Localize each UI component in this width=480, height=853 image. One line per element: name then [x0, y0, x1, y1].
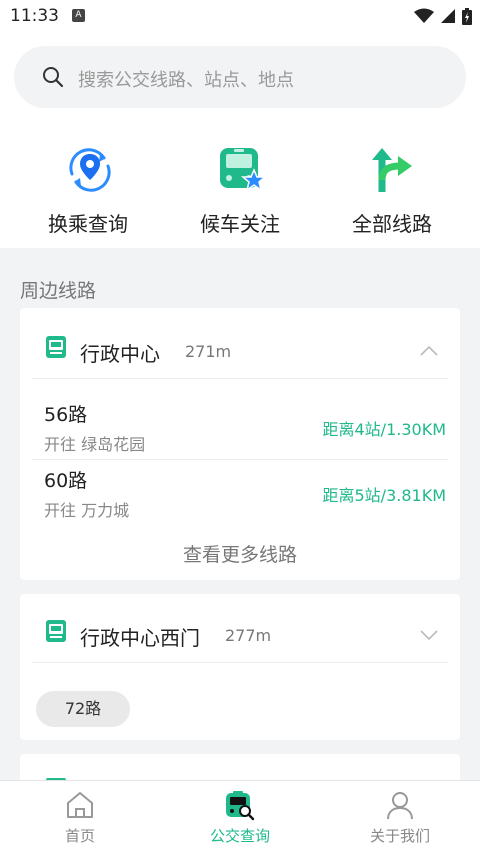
divider [32, 378, 448, 379]
search-placeholder: 搜索公交线路、站点、地点 [78, 70, 294, 91]
battery-icon [462, 7, 472, 25]
view-more-routes-link[interactable]: 查看更多线路 [20, 540, 460, 567]
tab-home[interactable]: 首页 [0, 781, 160, 853]
stop-name[interactable]: 行政中心西门 [80, 622, 200, 651]
status-bar: 11:33 A [0, 0, 480, 32]
all-routes-button[interactable]: 全部线路 [312, 140, 472, 240]
route-distance: 距离5站/3.81KM [322, 486, 447, 505]
route-direction: 开往 绿岛花园 [44, 435, 146, 454]
signal-icon [441, 9, 455, 23]
status-icons [414, 7, 472, 25]
transfer-location-icon [69, 148, 111, 192]
notification-icon: A [72, 9, 85, 22]
stop-card: 行政中心西门 277m 72路 [20, 594, 460, 740]
route-chip[interactable]: 72路 [36, 691, 130, 727]
person-icon [387, 792, 413, 820]
bus-stop-icon [46, 336, 66, 358]
route-distance: 距离4站/1.30KM [322, 420, 447, 439]
nearby-routes-title: 周边线路 [20, 280, 97, 302]
watch-bus-button[interactable]: 候车关注 [160, 140, 320, 240]
route-direction: 开往 万力城 [44, 501, 130, 520]
all-routes-label: 全部线路 [352, 212, 432, 236]
status-time: 11:33 [10, 6, 59, 26]
wifi-icon [414, 8, 434, 23]
tab-about-us-label: 关于我们 [369, 827, 430, 845]
transfer-query-button[interactable]: 换乘查询 [8, 140, 168, 240]
tab-bus-query-label: 公交查询 [209, 827, 270, 845]
transfer-query-label: 换乘查询 [48, 212, 128, 236]
watch-bus-label: 候车关注 [200, 212, 280, 236]
stop-distance: 277m [225, 626, 272, 645]
search-icon [43, 67, 64, 88]
bus-search-icon [226, 791, 255, 821]
stop-card: 行政中心 271m 56路 开往 绿岛花园 距离4站/1.30KM 60路 开往… [20, 308, 460, 580]
route-name: 60路 [44, 470, 88, 492]
home-icon [67, 792, 93, 818]
divider [32, 459, 448, 460]
header-area: 11:33 A 搜索公交线路、站点、地点 换乘查询 候车关注 全部线路 [0, 0, 480, 248]
bus-star-icon [220, 148, 268, 192]
divider [32, 662, 448, 663]
bus-stop-icon [46, 620, 66, 642]
stop-name[interactable]: 行政中心 [80, 338, 160, 367]
bottom-tab-bar: 首页 公交查询 关于我们 [0, 780, 480, 853]
tab-home-label: 首页 [64, 827, 95, 845]
route-name: 56路 [44, 404, 88, 426]
chevron-down-icon[interactable] [420, 630, 438, 640]
branch-arrow-icon [372, 148, 412, 192]
tab-bus-query[interactable]: 公交查询 [160, 781, 320, 853]
chevron-up-icon[interactable] [420, 346, 438, 356]
stop-distance: 271m [185, 342, 232, 361]
tab-about-us[interactable]: 关于我们 [320, 781, 480, 853]
search-bar[interactable]: 搜索公交线路、站点、地点 [14, 46, 466, 108]
